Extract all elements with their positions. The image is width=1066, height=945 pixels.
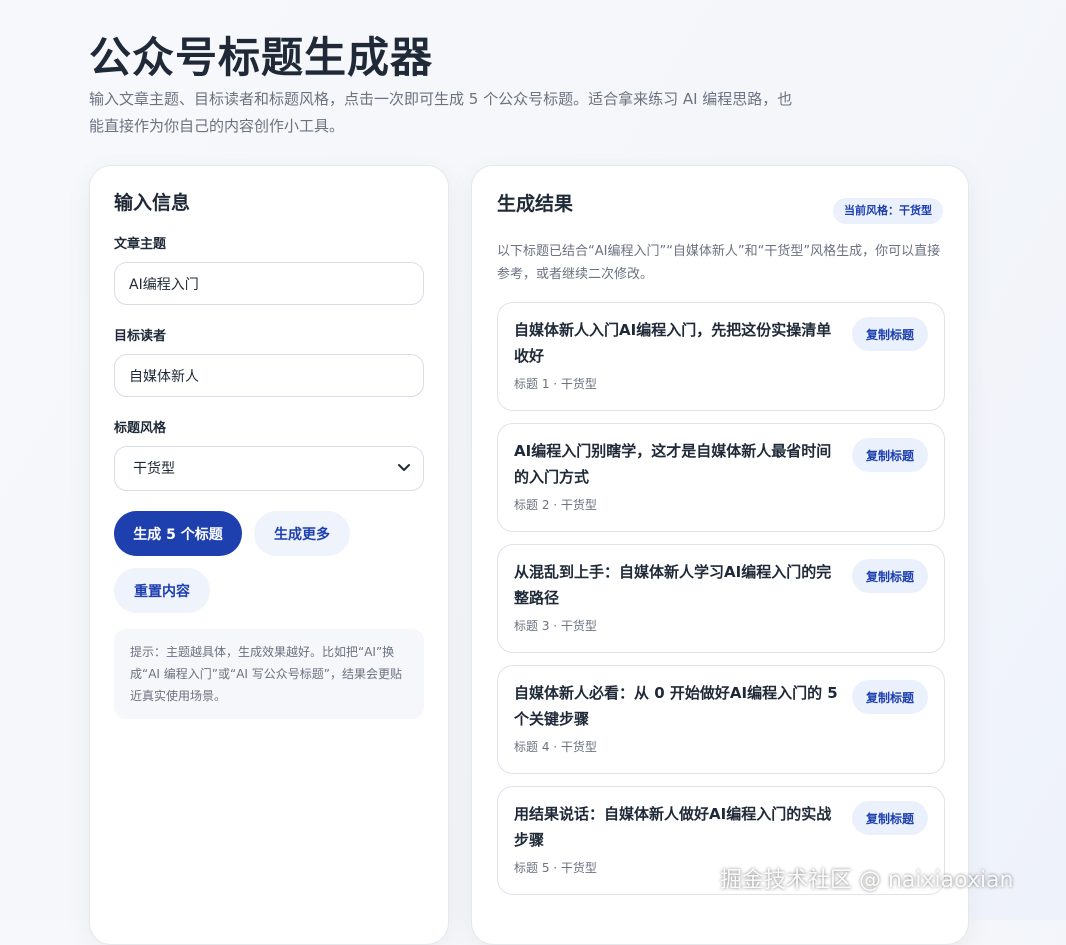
reset-button[interactable]: 重置内容 <box>114 568 210 613</box>
topic-label: 文章主题 <box>114 237 167 252</box>
copy-title-button[interactable]: 复制标题 <box>852 680 928 714</box>
result-header: 生成结果 当前风格：干货型 <box>497 190 943 226</box>
current-style-badge: 当前风格：干货型 <box>833 198 943 224</box>
result-description: 以下标题已结合“AI编程入门”“自媒体新人”和“干货型”风格生成，你可以直接参考… <box>497 244 941 282</box>
action-buttons: 生成 5 个标题 生成更多 <box>114 511 424 556</box>
style-label: 标题风格 <box>114 421 167 436</box>
copy-title-button[interactable]: 复制标题 <box>852 438 928 472</box>
audience-field-group: 目标读者 <box>114 325 424 397</box>
title-card: 自媒体新人入门AI编程入门，先把这份实操清单收好 标题 1 · 干货型 复制标题 <box>497 302 945 411</box>
copy-title-button[interactable]: 复制标题 <box>852 317 928 351</box>
title-meta: 标题 4 · 干货型 <box>514 740 597 754</box>
title-meta: 标题 3 · 干货型 <box>514 619 597 633</box>
title-meta: 标题 1 · 干货型 <box>514 377 597 391</box>
topic-input[interactable] <box>114 262 424 305</box>
input-panel: 输入信息 文章主题 目标读者 标题风格 干货型 生成 5 个标题 生成更多 重置… <box>89 165 449 945</box>
watermark: 掘金技术社区 @ naixiaoxian <box>720 868 1014 893</box>
title-text: 用结果说话：自媒体新人做好AI编程入门的实战步骤 <box>514 805 832 849</box>
title-card: AI编程入门别瞎学，这才是自媒体新人最省时间的入门方式 标题 2 · 干货型 复… <box>497 423 945 532</box>
title-text: 自媒体新人入门AI编程入门，先把这份实操清单收好 <box>514 321 832 365</box>
topic-field-group: 文章主题 <box>114 233 424 305</box>
title-text: 从混乱到上手：自媒体新人学习AI编程入门的完整路径 <box>514 563 832 607</box>
title-text: 自媒体新人必看：从 0 开始做好AI编程入门的 5 个关键步骤 <box>514 684 838 728</box>
title-meta: 标题 2 · 干货型 <box>514 498 597 512</box>
style-select-wrapper: 干货型 <box>114 446 424 491</box>
generate-button[interactable]: 生成 5 个标题 <box>114 511 242 556</box>
page-title: 公众号标题生成器 <box>89 33 434 82</box>
page-description: 输入文章主题、目标读者和标题风格，点击一次即可生成 5 个公众号标题。适合拿来练… <box>89 90 793 135</box>
result-panel: 生成结果 当前风格：干货型 以下标题已结合“AI编程入门”“自媒体新人”和“干货… <box>471 165 969 945</box>
copy-title-button[interactable]: 复制标题 <box>852 559 928 593</box>
title-card: 自媒体新人必看：从 0 开始做好AI编程入门的 5 个关键步骤 标题 4 · 干… <box>497 665 945 774</box>
generate-more-button[interactable]: 生成更多 <box>254 511 350 556</box>
copy-title-button[interactable]: 复制标题 <box>852 801 928 835</box>
title-text: AI编程入门别瞎学，这才是自媒体新人最省时间的入门方式 <box>514 442 832 486</box>
style-select[interactable]: 干货型 <box>114 446 424 491</box>
hint-box: 提示：主题越具体，生成效果越好。比如把“AI”换成“AI 编程入门”或“AI 写… <box>114 629 424 719</box>
title-card: 从混乱到上手：自媒体新人学习AI编程入门的完整路径 标题 3 · 干货型 复制标… <box>497 544 945 653</box>
audience-label: 目标读者 <box>114 329 167 344</box>
audience-input[interactable] <box>114 354 424 397</box>
input-panel-heading: 输入信息 <box>114 192 191 214</box>
style-field-group: 标题风格 干货型 <box>114 417 424 491</box>
